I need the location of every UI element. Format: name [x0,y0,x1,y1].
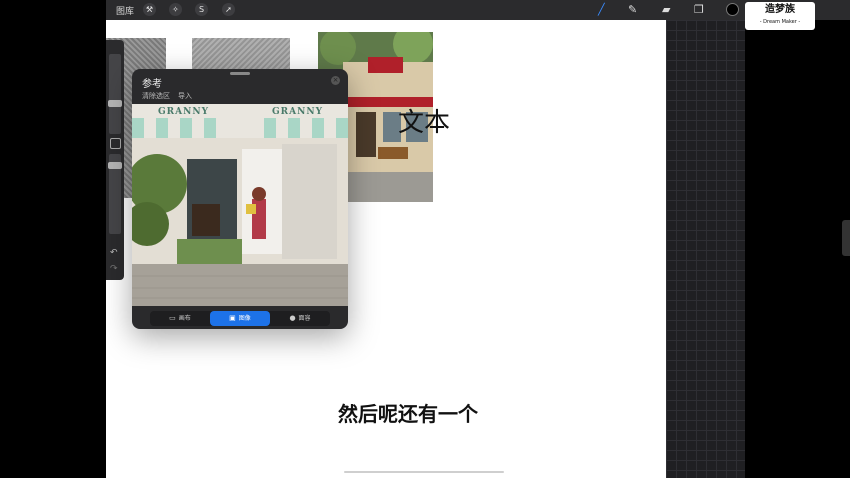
face-icon: ● [289,314,296,322]
canvas-text-layer[interactable]: 文本 [398,102,450,139]
storefront-illustration [132,104,348,306]
right-letterbox [745,30,850,478]
color-picker-icon[interactable] [726,3,739,16]
image-icon: ▣ [229,314,236,322]
opacity-thumb[interactable] [108,162,122,169]
left-letterbox [0,0,106,478]
left-sidebar: ↶ ↷ [106,40,124,280]
tab-label: 面容 [298,315,311,322]
clear-selection-button[interactable]: 清除选区 [142,91,170,101]
side-panel-handle[interactable] [842,220,850,256]
reference-image[interactable]: GRANNY GRANNY [132,104,348,306]
smudge-icon[interactable]: ✎ [628,3,637,17]
shop-sign-left: GRANNY [158,107,210,117]
shop-sign-right: GRANNY [272,107,324,117]
undo-icon[interactable]: ↶ [110,248,118,258]
home-indicator[interactable] [344,471,504,473]
top-toolbar: 图库 ⚒ ✧ S ➚ ╱ ✎ ▰ ❐ [106,0,850,20]
brush-size-thumb[interactable] [108,100,122,107]
import-button[interactable]: 导入 [178,91,192,101]
brush-size-slider[interactable] [109,54,121,134]
tab-face[interactable]: ● 面容 [270,311,330,326]
reference-window[interactable]: 参考 × 清除选区 导入 GRANNY GRANNY ▭ 画布 ▣ 图像 ● 面… [132,69,348,329]
eraser-icon[interactable]: ▰ [662,3,670,17]
selection-icon[interactable]: S [195,3,208,16]
wrench-icon[interactable]: ⚒ [143,3,156,16]
texture-swatch [192,38,290,73]
transform-arrow-icon[interactable]: ➚ [222,3,235,16]
reference-title: 参考 [142,79,162,90]
reference-tab-bar: ▭ 画布 ▣ 图像 ● 面容 [150,311,330,326]
canvas-icon: ▭ [169,314,176,322]
magic-wand-icon[interactable]: ✧ [169,3,182,16]
tab-image[interactable]: ▣ 图像 [210,311,270,326]
tab-label: 图像 [238,315,251,322]
gallery-button[interactable]: 图库 [116,4,134,17]
logo-title: 造梦族 [765,4,795,15]
brush-icon[interactable]: ╱ [598,3,605,17]
close-icon[interactable]: × [331,76,340,85]
watermark-logo: 造梦族 - Dream Maker - [745,2,815,30]
drag-handle[interactable] [230,72,250,75]
modify-button[interactable] [110,138,121,149]
tab-label: 画布 [178,315,191,322]
tab-canvas[interactable]: ▭ 画布 [150,311,210,326]
video-subtitle: 然后呢还有一个 [338,402,478,426]
logo-subtitle: - Dream Maker - [759,19,801,25]
redo-icon[interactable]: ↷ [110,264,118,274]
canvas-grid-background [666,20,745,478]
layers-icon[interactable]: ❐ [694,3,704,17]
